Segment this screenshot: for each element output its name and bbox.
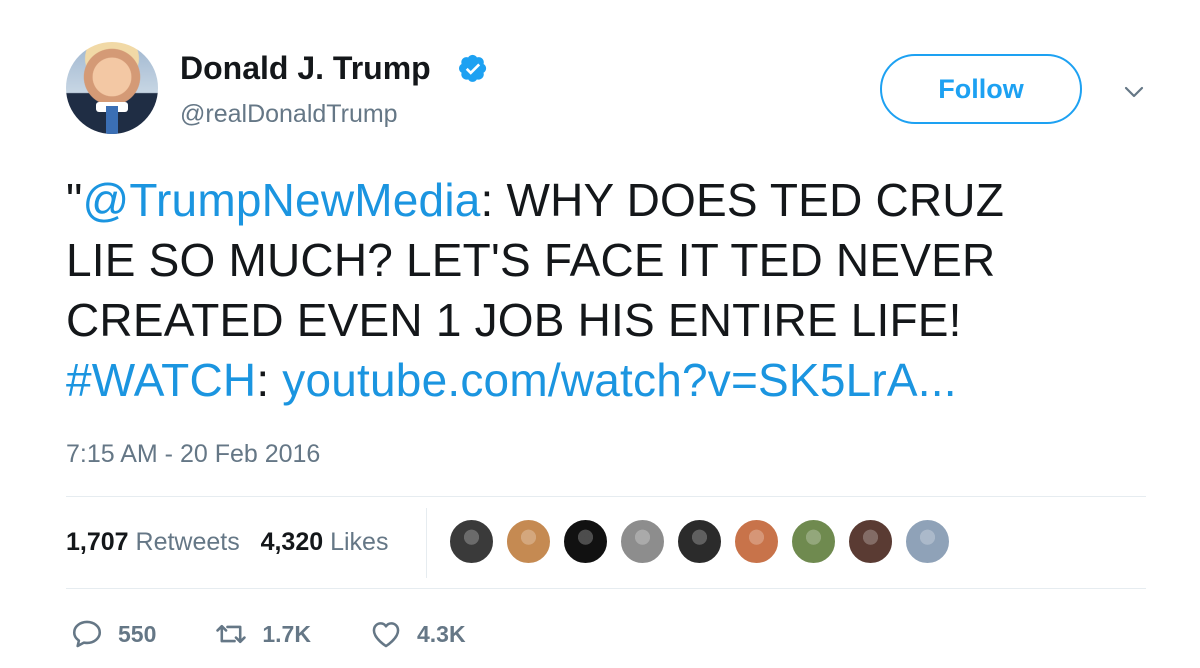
timestamp[interactable]: 7:15 AM - 20 Feb 2016 [66,440,320,469]
stats-separator [426,508,427,578]
heart-icon[interactable] [369,617,403,651]
tweet-line-3: CREATED EVEN 1 JOB HIS ENTIRE LIFE! [66,294,962,346]
liker-avatar[interactable] [619,518,666,565]
reply-action[interactable]: 550 [70,617,156,651]
follow-button[interactable]: Follow [880,54,1082,124]
liker-avatar[interactable] [790,518,837,565]
liker-avatars [448,518,951,566]
likes-label[interactable]: Likes [330,528,388,556]
tweet-line-1-text: : WHY DOES TED CRUZ [480,174,1005,226]
engagement-stats: 1,707 Retweets 4,320 Likes [66,528,388,557]
retweet-count: 1.7K [262,620,311,647]
like-count: 4.3K [416,620,466,647]
reply-icon[interactable] [70,617,104,651]
tweet-card: Donald J. Trump @realDonaldTrump Follow … [0,0,1200,668]
verified-badge-icon [459,54,487,82]
liker-avatar[interactable] [904,518,951,565]
liker-avatar[interactable] [562,518,609,565]
avatar-tie [106,106,118,134]
hashtag-separator: : [256,354,283,406]
url-link[interactable]: youtube.com/watch?v=SK5LrA... [282,354,956,406]
likes-count[interactable]: 4,320 [261,528,324,556]
hashtag-link[interactable]: #WATCH [66,354,256,406]
divider-bottom [66,588,1146,589]
liker-avatar[interactable] [733,518,780,565]
retweet-action[interactable]: 1.7K [214,617,311,651]
like-action[interactable]: 4.3K [369,617,466,651]
liker-avatar[interactable] [505,518,552,565]
tweet-line-4: #WATCH: youtube.com/watch?v=SK5LrA... [66,350,1146,410]
chevron-down-icon[interactable] [1122,80,1146,104]
liker-avatar[interactable] [847,518,894,565]
tweet-line-2: LIE SO MUCH? LET'S FACE IT TED NEVER [66,234,996,286]
reply-count: 550 [118,620,157,647]
divider-top [66,496,1146,497]
liker-avatar[interactable] [676,518,723,565]
tweet-text: "@TrumpNewMedia: WHY DOES TED CRUZ LIE S… [66,170,1146,410]
tweet-actions: 550 1.7K 4.3K [70,614,524,654]
retweets-count[interactable]: 1,707 [66,528,129,556]
author-handle[interactable]: @realDonaldTrump [180,100,398,129]
open-quote: " [66,174,83,226]
tweet-line-1: "@TrumpNewMedia: WHY DOES TED CRUZ [66,170,1146,230]
author-name[interactable]: Donald J. Trump [180,50,431,87]
mention-link[interactable]: @TrumpNewMedia [83,174,481,226]
liker-avatar[interactable] [448,518,495,565]
avatar[interactable] [66,42,158,134]
retweets-label[interactable]: Retweets [136,528,240,556]
retweet-icon[interactable] [214,617,248,651]
